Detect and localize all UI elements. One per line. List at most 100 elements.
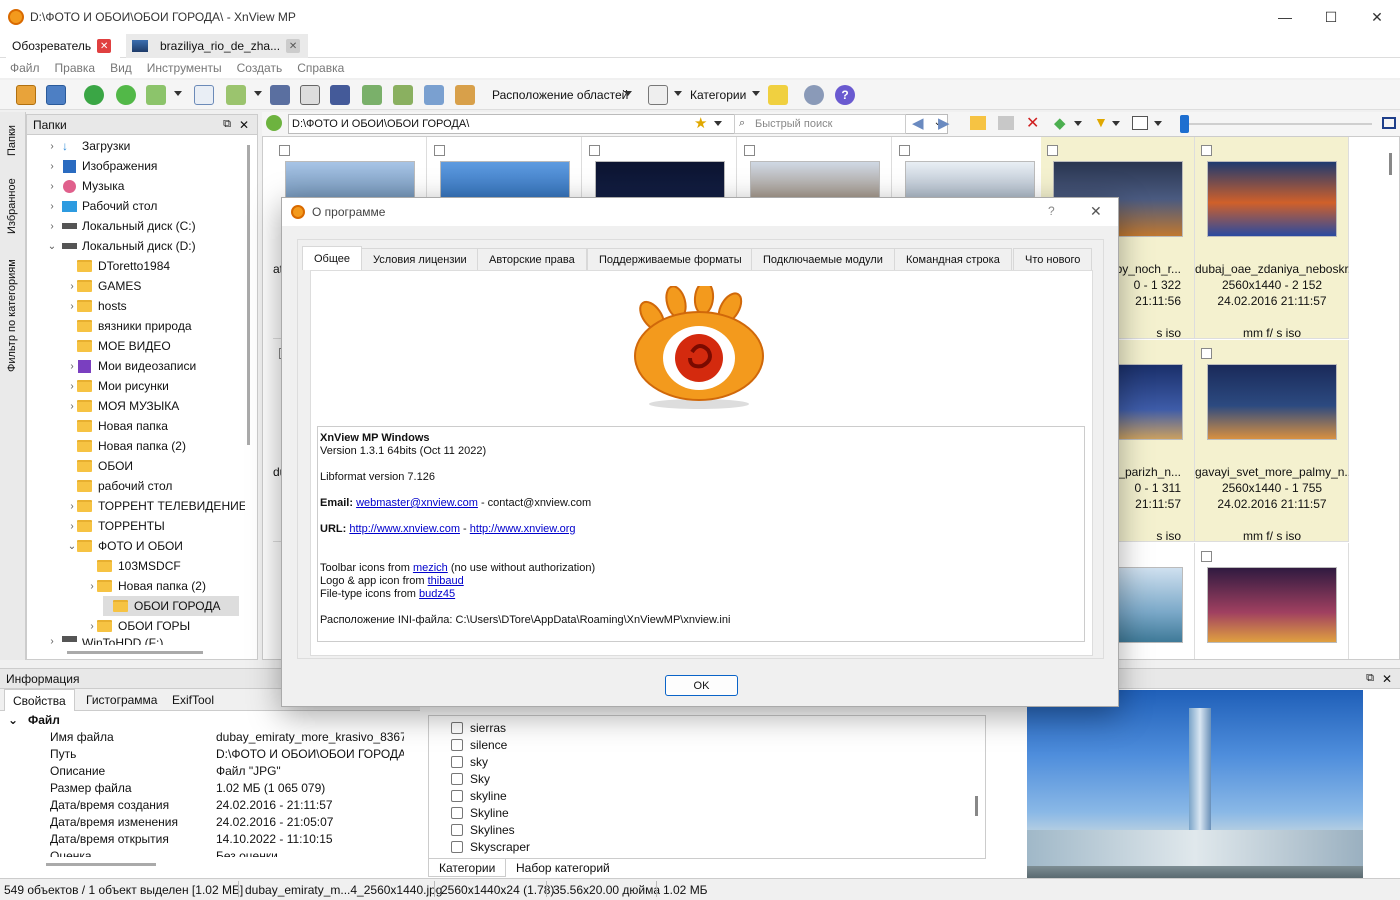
- select-checkbox[interactable]: [589, 145, 600, 156]
- thumbnail-size-slider[interactable]: [1180, 123, 1372, 125]
- category-checkbox[interactable]: [451, 823, 463, 836]
- thumbnail-item[interactable]: [1195, 543, 1349, 659]
- chevron-down-icon[interactable]: [1074, 121, 1082, 126]
- select-checkbox[interactable]: [434, 145, 445, 156]
- url-link-com[interactable]: http://www.xnview.com: [349, 523, 460, 535]
- maximize-button[interactable]: ☐: [1308, 0, 1354, 34]
- tree-item-folder[interactable]: МОЕ ВИДЕО: [67, 336, 171, 356]
- tree-item-folder[interactable]: › Мои рисунки: [67, 376, 168, 396]
- tree-item-folder[interactable]: Новая папка: [67, 416, 168, 436]
- thumbnail-item[interactable]: gavayi_svet_more_palmy_n... 2560x1440 - 1…: [1195, 340, 1349, 543]
- print-icon[interactable]: [300, 85, 320, 105]
- tab-image[interactable]: braziliya_rio_de_zha... ✕: [126, 34, 308, 58]
- tree-item-drive-c[interactable]: › Локальный диск (C:): [47, 216, 195, 236]
- email-link[interactable]: webmaster@xnview.com: [356, 497, 478, 509]
- gear-icon[interactable]: [804, 85, 824, 105]
- sort-icon[interactable]: ◆: [1054, 114, 1066, 132]
- menu-tools[interactable]: Инструменты: [147, 61, 222, 75]
- refresh-green-icon[interactable]: [116, 85, 136, 105]
- category-item[interactable]: sky: [451, 753, 488, 770]
- category-item[interactable]: sierras: [451, 719, 506, 736]
- tree-item-folder[interactable]: ⌄ ФОТО И ОБОИ: [67, 536, 183, 556]
- category-item[interactable]: Skyscraper: [451, 838, 530, 855]
- new-folder-icon[interactable]: [970, 116, 986, 130]
- select-checkbox[interactable]: [1201, 145, 1212, 156]
- close-tab-icon[interactable]: ✕: [286, 39, 301, 53]
- thibaud-link[interactable]: thibaud: [428, 575, 464, 587]
- properties-icon[interactable]: [194, 85, 214, 105]
- tree-item-folder[interactable]: › GAMES: [67, 276, 141, 296]
- tab-browser[interactable]: Обозреватель ✕: [6, 34, 120, 58]
- category-checkbox[interactable]: [451, 789, 463, 802]
- property-group[interactable]: ⌄ Файл: [4, 713, 404, 730]
- scan-icon[interactable]: [330, 85, 350, 105]
- side-tab-folders[interactable]: Папки: [6, 125, 18, 156]
- tree-item-folder[interactable]: DToretto1984: [67, 256, 170, 276]
- undock-icon[interactable]: ⧉: [223, 118, 231, 131]
- minimize-button[interactable]: —: [1262, 0, 1308, 34]
- delete-icon[interactable]: ✕: [1026, 113, 1039, 133]
- select-checkbox[interactable]: [279, 145, 290, 156]
- tree-item-selected-folder[interactable]: ОБОИ ГОРОДА: [103, 596, 239, 616]
- category-checkbox[interactable]: [451, 755, 463, 768]
- tab-exiftool[interactable]: ExifTool: [164, 693, 222, 707]
- close-panel-icon[interactable]: ✕: [239, 118, 249, 132]
- categories-button[interactable]: Категории: [690, 88, 746, 102]
- tree-item-downloads[interactable]: › ↓ Загрузки: [47, 136, 130, 156]
- chevron-down-icon[interactable]: [254, 91, 262, 96]
- tree-item-folder[interactable]: Новая папка (2): [67, 436, 186, 456]
- view-mode-icon[interactable]: [1132, 116, 1148, 130]
- ok-button[interactable]: OK: [665, 675, 738, 696]
- category-filter-icon[interactable]: [768, 85, 788, 105]
- filter-icon[interactable]: ▼: [1094, 114, 1108, 130]
- category-item[interactable]: silence: [451, 736, 507, 753]
- tree-item-folder[interactable]: › hosts: [67, 296, 126, 316]
- import-icon[interactable]: [146, 85, 166, 105]
- quick-search-input[interactable]: ⌕ Быстрый поиск: [734, 114, 906, 134]
- close-panel-icon[interactable]: ✕: [1382, 672, 1392, 686]
- menu-help[interactable]: Справка: [297, 61, 344, 75]
- star-icon[interactable]: ★: [694, 114, 707, 132]
- side-tab-favorites[interactable]: Избранное: [6, 178, 18, 234]
- menu-file[interactable]: Файл: [10, 61, 40, 75]
- fit-window-icon[interactable]: [1382, 117, 1396, 129]
- help-icon[interactable]: ?: [835, 85, 855, 105]
- help-button[interactable]: ?: [1048, 204, 1055, 218]
- fullscreen-icon[interactable]: [46, 85, 66, 105]
- undock-icon[interactable]: ⧉: [1366, 672, 1374, 685]
- tab-categories[interactable]: Категории: [428, 859, 507, 877]
- menu-create[interactable]: Создать: [237, 61, 283, 75]
- capture-icon[interactable]: [424, 85, 444, 105]
- tree-item-pictures[interactable]: › Изображения: [47, 156, 157, 176]
- category-item[interactable]: skyline: [451, 787, 507, 804]
- tab-command-line[interactable]: Командная строка: [894, 248, 1012, 270]
- mezich-link[interactable]: mezich: [413, 562, 448, 574]
- menu-view[interactable]: Вид: [110, 61, 132, 75]
- tab-histogram[interactable]: Гистограмма: [78, 693, 165, 707]
- close-window-button[interactable]: ✕: [1354, 0, 1400, 34]
- tree-scrollbar[interactable]: [247, 145, 250, 445]
- chevron-down-icon[interactable]: [752, 91, 760, 96]
- panels-icon[interactable]: [648, 85, 668, 105]
- tree-item-folder[interactable]: 103MSDCF: [87, 556, 181, 576]
- select-checkbox[interactable]: [899, 145, 910, 156]
- category-checkbox[interactable]: [451, 806, 463, 819]
- close-tab-icon[interactable]: ✕: [97, 39, 112, 53]
- tree-item-folder[interactable]: ОБОИ: [67, 456, 133, 476]
- chevron-down-icon[interactable]: [1112, 121, 1120, 126]
- select-checkbox[interactable]: [1047, 145, 1058, 156]
- tab-general[interactable]: Общее: [302, 246, 363, 270]
- select-checkbox[interactable]: [744, 145, 755, 156]
- tree-item-folder[interactable]: › МОЯ МУЗЫКА: [67, 396, 179, 416]
- tree-item-folder[interactable]: › ОБОИ ГОРЫ: [87, 616, 190, 636]
- move-to-icon[interactable]: [393, 85, 413, 105]
- category-item[interactable]: Sky: [451, 770, 490, 787]
- binoculars-icon[interactable]: [270, 85, 290, 105]
- tab-formats[interactable]: Поддерживаемые форматы: [587, 248, 754, 270]
- budz45-link[interactable]: budz45: [419, 588, 455, 600]
- category-checkbox[interactable]: [451, 738, 463, 751]
- slideshow-icon[interactable]: [455, 85, 475, 105]
- tab-whats-new[interactable]: Что нового: [1013, 248, 1093, 270]
- tree-item-folder[interactable]: › Новая папка (2): [87, 576, 206, 596]
- grid-scrollbar[interactable]: [1389, 153, 1392, 175]
